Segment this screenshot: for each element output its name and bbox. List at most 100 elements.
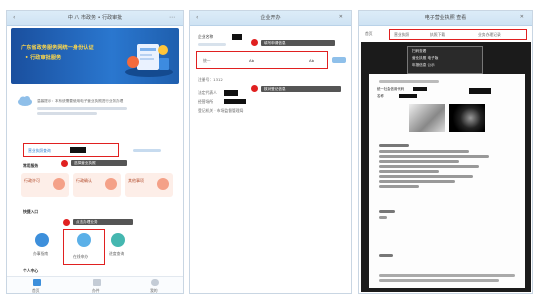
license-selector-label: 营业执照查询 [28, 148, 51, 153]
tooltip-apply-online: 点击办理业务 [73, 219, 133, 225]
doc-line-a [379, 144, 409, 147]
service-card-2[interactable]: 行政确认 [73, 173, 121, 197]
doc-header-line [379, 80, 439, 83]
document-viewer: 扫码查看 营业执照 电子版 年报信息 公示 统一社会信用代码 名称 [361, 42, 531, 292]
doc-line-j [379, 210, 395, 213]
application-input[interactable]: 统一 Ab Ab [196, 51, 328, 69]
tab-license[interactable]: 营业执照 [394, 32, 409, 38]
app-title: 中 八 市政务 • 行政审批 [67, 15, 123, 21]
license-selector[interactable]: 营业执照查询 [23, 143, 119, 157]
service-card-1-label: 行政许可 [24, 178, 40, 183]
service-card-2-label: 行政确认 [76, 178, 92, 183]
guide-icon[interactable] [35, 233, 49, 247]
info-line-4: 登记机关 · 市场监督管理局 [198, 108, 244, 113]
tab-home[interactable]: 首页 [365, 31, 373, 37]
promo-banner[interactable]: 广东省政务服务网统一身份认证 • 行政审批服务 [11, 28, 179, 84]
doc-line-i [379, 185, 419, 188]
viewer-header: 电子营业执照 查看 ✕ [359, 11, 532, 26]
info-line-3: 经营场所 [198, 99, 214, 104]
form-header: ‹ 企业开办 ✕ [190, 11, 351, 26]
section-label-personal: 个人中心 [23, 268, 39, 273]
step-marker-4 [251, 85, 258, 92]
confirm-button[interactable] [332, 57, 346, 63]
quick-link-2-label: 在线申办 [73, 254, 89, 259]
section-label-quick: 快捷入口 [23, 209, 39, 214]
apply-online-button[interactable]: 在线申办 [63, 229, 105, 265]
form-close-icon[interactable]: ✕ [339, 14, 343, 20]
info-line-2: 法定代表人 [198, 90, 217, 95]
doc-line-l [379, 254, 393, 257]
quick-link-3-label: 进度查询 [109, 251, 125, 256]
banner-illustration [125, 44, 173, 77]
doc-line-k [379, 216, 387, 219]
info-line-1: 注册号：1312 [198, 77, 223, 82]
notice-text: 温馨提示：本系统需要使用电子营业执照进行业务办理 [37, 99, 124, 103]
viewer-notice-box: 扫码查看 营业执照 电子版 年报信息 公示 [407, 46, 483, 74]
doc-text-2: 名称 [377, 94, 384, 98]
nav-home[interactable]: 首页 [32, 288, 40, 293]
quick-link-1-label: 办事指南 [33, 251, 49, 256]
banner-title-line1: 广东省政务服务网统一身份认证 [21, 45, 94, 51]
step-marker-3 [251, 39, 258, 46]
more-icon[interactable]: ⋯ [169, 14, 175, 21]
banner-title-line2: • 行政审批服务 [25, 55, 62, 61]
tab-records[interactable]: 业务办理记录 [478, 32, 501, 38]
viewer-title: 电子营业执照 查看 [424, 15, 467, 21]
service-card-3-icon [157, 178, 169, 190]
doc-line-e [379, 165, 479, 168]
mobile-app-panel: ‹ 中 八 市政务 • 行政审批 ⋯ 广东省政务服务网统一身份认证 • 行政审批… [6, 10, 184, 294]
app-header: ‹ 中 八 市政务 • 行政审批 ⋯ [7, 11, 183, 26]
doc-line-g [379, 175, 473, 178]
selector-hint [133, 149, 161, 152]
form-title: 企业开办 [260, 15, 281, 21]
notice-line-1: 扫码查看 [412, 49, 427, 53]
cases-icon[interactable] [93, 279, 101, 286]
notice-line-2 [37, 107, 127, 110]
step-marker-2 [63, 219, 70, 226]
progress-icon[interactable] [111, 233, 125, 247]
field-1-label: 企业名称 [198, 34, 214, 39]
doc-footer-line-2 [379, 279, 499, 282]
profile-icon[interactable] [151, 279, 159, 286]
doc-line-d [379, 160, 459, 163]
apply-online-icon [77, 233, 91, 247]
nav-profile[interactable]: 我的 [150, 288, 158, 293]
notice-line-3 [37, 112, 97, 115]
service-card-1[interactable]: 行政许可 [21, 173, 69, 197]
viewer-tabs-highlight: 营业执照 执照下载 业务办理记录 [389, 29, 527, 40]
service-card-2-icon [105, 178, 117, 190]
license-viewer-panel: 电子营业执照 查看 ✕ 首页 营业执照 执照下载 业务办理记录 扫码查看 营业执… [358, 10, 533, 294]
photo-image [449, 104, 485, 132]
notice-line-2-text: 营业执照 电子版 [412, 56, 439, 60]
doc-redact-1 [413, 87, 427, 91]
license-document: 统一社会信用代码 名称 [369, 74, 525, 288]
doc-redact-3 [469, 88, 491, 94]
service-card-3-label: 其他事项 [128, 178, 144, 183]
tab-download[interactable]: 执照下载 [430, 32, 445, 38]
section-label-services: 常用服务 [23, 163, 39, 168]
nav-cases[interactable]: 办件 [92, 288, 100, 293]
redacted-field-2 [224, 90, 238, 96]
input-prefix: 统一 [203, 58, 211, 63]
step-marker-1 [61, 160, 68, 167]
redacted-field-1 [232, 34, 242, 40]
tooltip-select-license: 选择营业执照 [71, 160, 127, 166]
doc-redact-2 [399, 94, 417, 98]
viewer-close-icon[interactable]: ✕ [520, 14, 524, 20]
doc-line-h [379, 180, 455, 183]
service-card-3[interactable]: 其他事项 [125, 173, 173, 197]
qr-code-image [409, 104, 445, 132]
doc-line-b [379, 150, 469, 153]
doc-line-f [379, 170, 439, 173]
service-card-1-icon [53, 178, 65, 190]
callout-verify-info: 核对登记信息 [261, 86, 341, 92]
field-1-underline [198, 43, 226, 46]
home-icon[interactable] [33, 279, 41, 286]
input-suffix: Ab [309, 58, 315, 63]
bottom-nav: 首页 办件 我的 [7, 276, 183, 293]
doc-line-c [379, 155, 489, 158]
notice-line-3-text: 年报信息 公示 [412, 63, 435, 67]
redacted-name [70, 147, 86, 153]
callout-fill-info: 填写申请信息 [261, 40, 335, 46]
cloud-icon [18, 96, 32, 106]
